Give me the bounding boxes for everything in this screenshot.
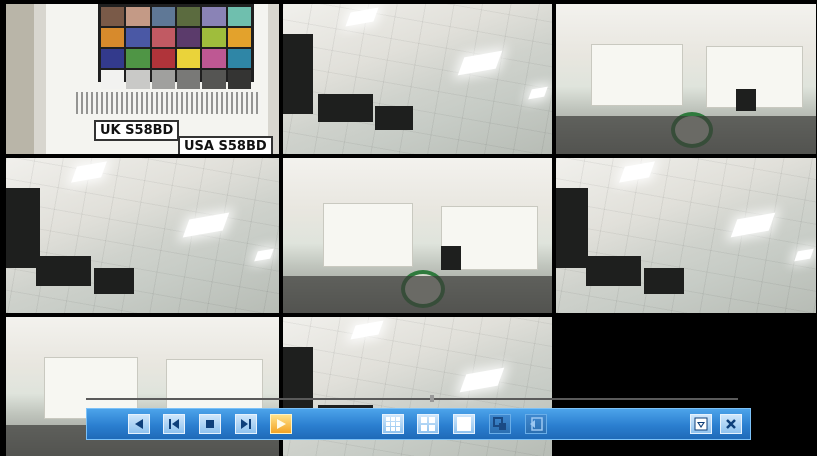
layout-1-button[interactable]: [453, 414, 475, 434]
search-button[interactable]: [690, 414, 712, 434]
layout-9-button[interactable]: [382, 414, 404, 434]
layout-4-button[interactable]: [417, 414, 439, 434]
playback-toolbar: x1: [86, 408, 751, 440]
stop-icon: [206, 420, 214, 428]
step-forward-icon: [241, 419, 251, 429]
grid-9-icon: [386, 417, 400, 431]
play-reverse-icon: [135, 419, 143, 429]
zoom-icon: [493, 417, 506, 430]
step-back-button[interactable]: [163, 414, 185, 434]
camera-view-3[interactable]: [556, 4, 816, 154]
close-icon: [726, 419, 736, 429]
stop-button[interactable]: [199, 414, 221, 434]
backup-button[interactable]: [525, 414, 547, 434]
step-back-icon: [169, 419, 179, 429]
play-button[interactable]: [270, 414, 292, 434]
license-plate: USA S58BD: [178, 136, 273, 154]
camera-view-2[interactable]: [283, 4, 552, 154]
camera-grid: UK S58BD USA S58BD: [6, 4, 816, 456]
camera-view-5[interactable]: [283, 158, 552, 313]
color-checker-chart: [98, 4, 254, 89]
search-icon: [694, 417, 708, 431]
rewind-button[interactable]: [128, 414, 150, 434]
play-icon: [277, 419, 286, 429]
camera-view-1[interactable]: UK S58BD USA S58BD: [6, 4, 279, 154]
timeline-position-marker[interactable]: [429, 395, 434, 402]
backup-icon: [530, 417, 543, 431]
zoom-button[interactable]: [489, 414, 511, 434]
playback-timeline[interactable]: [86, 398, 738, 400]
grid-4-icon: [421, 417, 435, 431]
single-view-icon: [457, 417, 471, 431]
step-forward-button[interactable]: [235, 414, 257, 434]
license-plate: UK S58BD: [94, 120, 180, 141]
camera-view-4[interactable]: [6, 158, 279, 313]
camera-view-6[interactable]: [556, 158, 816, 313]
exit-button[interactable]: [720, 414, 742, 434]
